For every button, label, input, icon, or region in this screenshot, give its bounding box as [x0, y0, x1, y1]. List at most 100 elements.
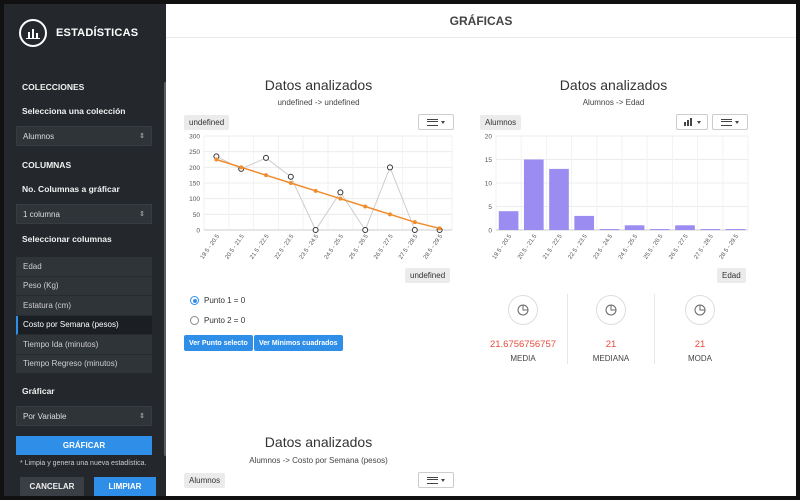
y-tick-label: 5 [488, 204, 492, 211]
y-tick-label: 200 [189, 165, 200, 172]
x-tick-label: 27.5 - 28.5 [398, 233, 420, 260]
trend-point [388, 212, 392, 217]
x-tick-label: 22.5 - 23.5 [274, 233, 296, 260]
chart1-x-tag: undefined [405, 268, 451, 283]
select-columns-label: Seleccionar columnas [22, 234, 112, 244]
trend-point [437, 226, 442, 231]
y-tick-label: 20 [485, 134, 493, 141]
data-point [387, 164, 393, 171]
caret-down-icon [441, 120, 445, 124]
collection-select[interactable]: Alumnos ⇕ [16, 126, 152, 146]
column-item-tiempo-ida[interactable]: Tiempo Ida (minutos) [16, 335, 152, 355]
ver-punto-selecto-button[interactable]: Ver Punto selecto [184, 335, 253, 351]
column-item-peso[interactable]: Peso (Kg) [16, 277, 152, 296]
data-point [287, 173, 294, 180]
stat-media: 21.6756756757 MEDIA [479, 295, 567, 363]
chart2-x-tag: Edad [717, 268, 746, 283]
chart2-menu-button[interactable] [712, 114, 748, 130]
x-tick-label: 20.5 - 21.5 [224, 233, 246, 260]
y-tick-label: 150 [189, 181, 200, 188]
list-icon [721, 118, 732, 126]
bar [675, 225, 695, 230]
trend-point [264, 173, 268, 178]
columns-list: Edad Peso (Kg) Estatura (cm) Costo por S… [16, 257, 152, 374]
bar [725, 229, 746, 230]
trend-point [338, 196, 343, 201]
ncols-select-value: 1 columna [23, 209, 60, 219]
x-tick-label: 25.5 - 26.5 [348, 233, 370, 260]
collection-select-value: Alumnos [23, 131, 55, 141]
bar [498, 211, 519, 230]
graficar-button[interactable]: GRÁFICAR [16, 436, 152, 455]
collection-label: Selecciona una colección [22, 106, 126, 116]
trend-point [288, 181, 293, 185]
stat-value: 21 [605, 339, 617, 350]
chart3-title: Datos analizados [264, 434, 373, 450]
x-tick-label: 26.5 - 27.5 [668, 233, 690, 260]
caret-down-icon [441, 478, 445, 482]
pie-chart-icon [685, 295, 715, 325]
stat-label: MEDIA [510, 354, 536, 363]
data-point [411, 227, 418, 233]
y-tick-label: 300 [189, 134, 200, 141]
x-tick-label: 24.5 - 25.5 [324, 233, 346, 260]
stat-mediana: 21 MEDIANA [567, 295, 655, 363]
stat-label: MEDIANA [592, 354, 630, 363]
chart2-subtitle: Alumnos -> Edad [582, 98, 645, 107]
sidebar-body: COLECCIONES Selecciona una colección Alu… [16, 74, 152, 455]
y-tick-label: 15 [485, 157, 493, 164]
column-item-edad[interactable]: Edad [16, 257, 152, 277]
bar [574, 215, 595, 230]
chart3-subtitle: Alumnos -> Costo por Semana (pesos) [249, 456, 388, 465]
x-tick-label: 21.5 - 22.5 [249, 233, 271, 260]
data-point [337, 189, 344, 196]
stat-value: 21.6756756757 [489, 339, 557, 350]
clean-button[interactable]: LIMPIAR [94, 477, 156, 496]
column-item-estatura[interactable]: Estatura (cm) [16, 296, 152, 316]
y-tick-label: 100 [189, 196, 200, 203]
x-tick-label: 19.5 - 20.5 [492, 233, 514, 260]
x-tick-label: 19.5 - 20.5 [200, 233, 222, 260]
x-tick-label: 20.5 - 21.5 [517, 233, 539, 260]
trend-point [363, 204, 368, 209]
chart2-type-button[interactable] [676, 114, 708, 130]
ver-minimos-cuadrados-button[interactable]: Ver Minimos cuadrados [254, 335, 343, 351]
bar [624, 225, 645, 230]
caret-down-icon [735, 120, 739, 124]
x-tick-label: 28.5 - 29.5 [423, 233, 445, 260]
x-tick-label: 24.5 - 25.5 [618, 233, 640, 260]
radio-punto-1[interactable]: Punto 1 = 0 [190, 296, 245, 305]
sidebar: ESTADÍSTICAS COLECCIONES Selecciona una … [4, 4, 166, 496]
pie-chart-icon [596, 295, 626, 325]
radio-punto-2[interactable]: Punto 2 = 0 [190, 316, 245, 325]
x-tick-label: 21.5 - 22.5 [542, 233, 564, 260]
list-icon [427, 118, 438, 126]
chart1-y-tag: undefined [184, 115, 230, 130]
sidebar-title: ESTADÍSTICAS [56, 27, 139, 39]
data-point [312, 227, 319, 233]
x-tick-label: 26.5 - 27.5 [373, 233, 395, 260]
y-tick-label: 250 [189, 149, 200, 156]
select-arrows-icon: ⇕ [139, 211, 145, 218]
chart1-menu-button[interactable] [418, 114, 454, 130]
chart1-subtitle: undefined -> undefined [277, 98, 360, 107]
collections-heading: COLECCIONES [22, 82, 85, 92]
radio-label: Punto 1 = 0 [204, 296, 246, 305]
main-panel: GRÁFICAS Datos analizados undefined -> u… [166, 4, 796, 496]
bar [599, 229, 620, 230]
bar-chart-icon [19, 19, 47, 47]
cancel-button[interactable]: CANCELAR [20, 477, 84, 496]
sidebar-header: ESTADÍSTICAS [4, 4, 166, 62]
x-tick-label: 23.5 - 24.5 [299, 233, 321, 260]
chart2-title: Datos analizados [559, 77, 668, 93]
chart2-y-tag: Alumnos [480, 115, 522, 130]
graficar-label: Gráficar [22, 386, 55, 396]
column-item-costo[interactable]: Costo por Semana (pesos) [16, 315, 152, 335]
bar [523, 159, 544, 230]
column-item-tiempo-regreso[interactable]: Tiempo Regreso (minutos) [16, 355, 152, 374]
ncols-select[interactable]: 1 columna ⇕ [16, 204, 152, 224]
pie-chart-icon [508, 295, 538, 325]
chart3-menu-button[interactable] [418, 472, 454, 488]
radio-off-icon [190, 316, 199, 325]
graficar-select[interactable]: Por Variable ⇕ [16, 406, 152, 426]
